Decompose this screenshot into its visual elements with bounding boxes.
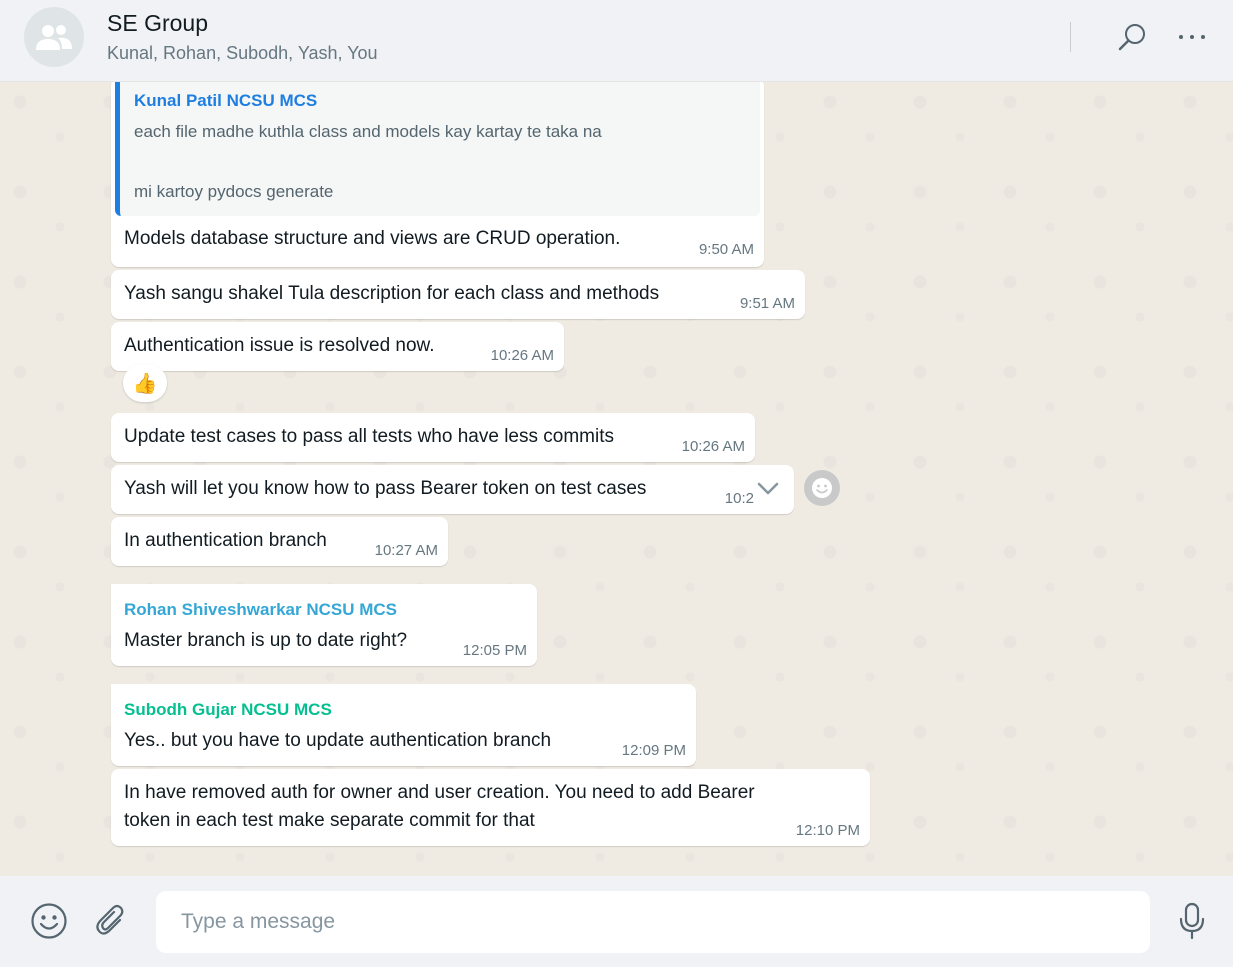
message-sender[interactable]: Rohan Shiveshwarkar NCSU MCS bbox=[124, 600, 397, 620]
message-list[interactable]: Kunal Patil NCSU MCS each file madhe kut… bbox=[0, 82, 1233, 876]
message-time: 10:2 bbox=[724, 490, 754, 507]
message-bubble[interactable]: Update test cases to pass all tests who … bbox=[111, 413, 755, 462]
mic-icon bbox=[1179, 902, 1205, 940]
group-avatar[interactable] bbox=[24, 7, 84, 67]
quoted-message[interactable]: Kunal Patil NCSU MCS each file madhe kut… bbox=[115, 82, 760, 216]
attach-button[interactable] bbox=[91, 901, 131, 941]
message-time: 12:10 PM bbox=[795, 822, 860, 839]
message-time: 12:05 PM bbox=[462, 642, 527, 659]
reaction-badge[interactable]: 👍 bbox=[123, 364, 167, 402]
more-icon bbox=[1179, 35, 1205, 39]
chat-participants: Kunal, Rohan, Subodh, Yash, You bbox=[107, 43, 378, 63]
group-icon bbox=[36, 25, 72, 50]
composer-bar bbox=[0, 876, 1233, 967]
chat-header: SE Group Kunal, Rohan, Subodh, Yash, You bbox=[0, 0, 1233, 82]
message-time: 10:27 AM bbox=[374, 542, 438, 559]
react-button[interactable] bbox=[804, 470, 840, 506]
message-text: token in each test make separate commit … bbox=[124, 810, 535, 831]
message-text: Yash will let you know how to pass Beare… bbox=[124, 478, 647, 499]
message-text: Authentication issue is resolved now. bbox=[124, 335, 435, 356]
mic-button[interactable] bbox=[1172, 901, 1212, 941]
search-icon bbox=[1118, 24, 1145, 51]
message-bubble[interactable]: In authentication branch 10:27 AM bbox=[111, 517, 448, 566]
quoted-sender: Kunal Patil NCSU MCS bbox=[134, 91, 318, 110]
chat-title[interactable]: SE Group bbox=[107, 10, 208, 37]
message-time: 12:09 PM bbox=[621, 742, 686, 759]
message-input[interactable] bbox=[156, 891, 1150, 953]
attach-icon bbox=[96, 904, 124, 935]
quoted-text: each file madhe kuthla class and models … bbox=[134, 122, 602, 141]
quoted-text: mi kartoy pydocs generate bbox=[134, 182, 334, 201]
message-text: Yes.. but you have to update authenticat… bbox=[124, 730, 552, 751]
message-bubble[interactable]: Kunal Patil NCSU MCS each file madhe kut… bbox=[111, 82, 764, 267]
smiley-icon bbox=[812, 478, 832, 498]
message-text: In have removed auth for owner and user … bbox=[124, 782, 755, 803]
header-divider bbox=[1070, 22, 1071, 52]
message-time: 10:26 AM bbox=[681, 438, 745, 455]
message-bubble[interactable]: Subodh Gujar NCSU MCS Yes.. but you have… bbox=[111, 684, 696, 766]
message-bubble[interactable]: Yash sangu shakel Tula description for e… bbox=[111, 270, 805, 319]
message-bubble[interactable]: Yash will let you know how to pass Beare… bbox=[111, 465, 794, 514]
message-bubble[interactable]: Authentication issue is resolved now. 10… bbox=[111, 322, 564, 371]
message-time: 9:51 AM bbox=[739, 295, 795, 312]
menu-button[interactable] bbox=[1175, 20, 1209, 54]
message-menu-button[interactable] bbox=[753, 474, 783, 504]
message-sender[interactable]: Subodh Gujar NCSU MCS bbox=[124, 700, 332, 720]
message-text: Update test cases to pass all tests who … bbox=[124, 426, 614, 447]
message-text: Yash sangu shakel Tula description for e… bbox=[124, 283, 660, 304]
chevron-down-icon bbox=[757, 482, 779, 495]
message-bubble[interactable]: Rohan Shiveshwarkar NCSU MCS Master bran… bbox=[111, 584, 537, 666]
emoji-button[interactable] bbox=[29, 901, 69, 941]
message-text: In authentication branch bbox=[124, 530, 327, 551]
message-text: Models database structure and views are … bbox=[124, 228, 621, 249]
message-time: 10:26 AM bbox=[490, 347, 554, 364]
message-time: 9:50 AM bbox=[698, 241, 754, 258]
message-text: Master branch is up to date right? bbox=[124, 630, 408, 651]
emoji-icon bbox=[31, 903, 67, 939]
search-button[interactable] bbox=[1115, 20, 1149, 54]
message-bubble[interactable]: In have removed auth for owner and user … bbox=[111, 769, 870, 846]
